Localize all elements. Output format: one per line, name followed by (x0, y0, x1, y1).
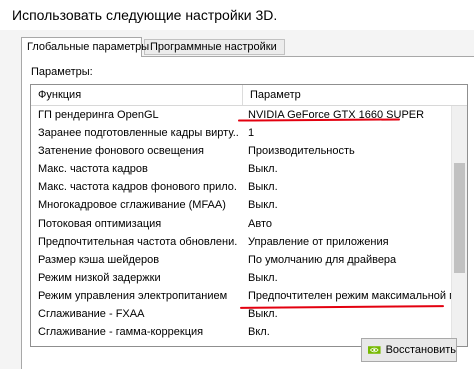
row-name: Размер кэша шейдеров (38, 253, 160, 266)
row-name: Режим низкой задержки (38, 271, 161, 284)
table-row[interactable]: Многокадровое сглаживание (MFAA) Выкл. (31, 196, 453, 214)
row-name: ГП рендеринга OpenGL (38, 109, 159, 121)
tab-global-settings[interactable]: Глобальные параметры (21, 37, 149, 57)
table-row[interactable]: Потоковая оптимизация Авто (31, 215, 453, 233)
row-value[interactable]: Выкл. (248, 196, 453, 214)
row-name: Сглаживание - FXAA (38, 308, 145, 321)
row-value[interactable]: Предпочтителен режим максимальной п... (248, 287, 453, 305)
table-row[interactable]: Макс. частота кадров Выкл. (31, 160, 453, 178)
column-header-function[interactable]: Функция (31, 85, 242, 105)
table-row[interactable]: Предпочтительная частота обновлени... Упр… (31, 233, 453, 251)
row-name: Потоковая оптимизация (38, 217, 162, 230)
nvidia-icon (368, 346, 381, 354)
table-row[interactable]: Затенение фонового освещения Производител… (31, 142, 453, 160)
tab-program-settings[interactable]: Программные настройки (144, 39, 285, 55)
row-value[interactable]: NVIDIA GeForce GTX 1660 SUPER (248, 106, 453, 124)
row-value[interactable]: Выкл. (248, 269, 453, 287)
params-label: Параметры: (31, 66, 93, 78)
table-row[interactable]: Режим низкой задержки Выкл. (31, 269, 453, 287)
row-value[interactable]: Производительность (248, 142, 453, 160)
row-name: Сглаживание - гамма-коррекция (38, 326, 204, 339)
row-name: Макс. частота кадров (38, 163, 148, 176)
table-row[interactable]: Режим управления электропитанием Предпочт… (31, 287, 453, 305)
column-header-parameter[interactable]: Параметр (242, 85, 452, 105)
table-row[interactable]: Макс. частота кадров фонового прило... Вы… (31, 178, 453, 196)
row-value[interactable]: 1 (248, 124, 453, 142)
table-header: Функция Параметр (31, 85, 467, 106)
restore-button-label: Восстановить (385, 344, 456, 356)
row-name: Заранее подготовленные кадры вирту... (38, 127, 238, 140)
row-value[interactable]: Выкл. (248, 178, 453, 196)
row-name: Режим управления электропитанием (38, 289, 228, 302)
table-row[interactable]: Размер кэша шейдеров По умолчанию для дра… (31, 251, 453, 269)
row-name: Многокадровое сглаживание (MFAA) (38, 199, 226, 212)
restore-button[interactable]: Восстановить (361, 338, 457, 362)
dialog-header: Использовать следующие настройки 3D. (0, 0, 474, 30)
row-value[interactable]: По умолчанию для драйвера (248, 251, 453, 269)
row-name: Предпочтительная частота обновлени... (38, 235, 238, 248)
vertical-scrollbar[interactable] (451, 106, 467, 346)
header-title: Использовать следующие настройки 3D. (12, 7, 278, 23)
scrollbar-thumb[interactable] (454, 163, 465, 273)
table-row[interactable]: Заранее подготовленные кадры вирту... 1 (31, 124, 453, 142)
row-name: Макс. частота кадров фонового прило... (38, 181, 238, 194)
row-value[interactable]: Авто (248, 215, 453, 233)
row-value[interactable]: Выкл. (248, 160, 453, 178)
row-value[interactable]: Управление от приложения (248, 233, 453, 251)
row-name: Затенение фонового освещения (38, 145, 204, 158)
